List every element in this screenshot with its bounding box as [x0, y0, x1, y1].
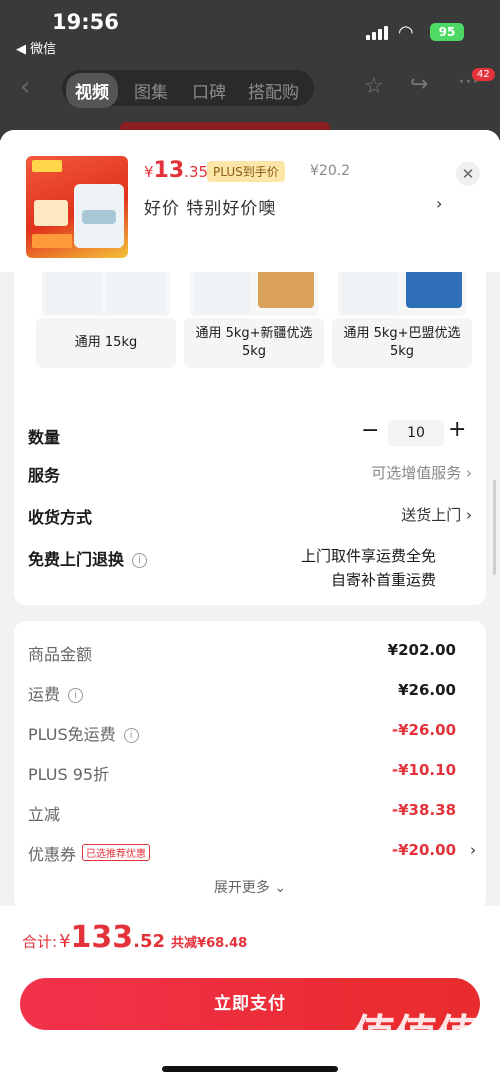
watermark-url: zhizhizhi.com	[354, 1054, 476, 1073]
chevron-right-icon[interactable]: ›	[470, 841, 476, 859]
notification-badge: 42	[472, 68, 495, 81]
cost-key: 商品金额	[28, 645, 93, 664]
cost-row-coupon[interactable]: 优惠券 已选推荐优惠 -¥20.00 ›	[28, 839, 476, 865]
close-icon[interactable]: ✕	[456, 162, 480, 186]
variant-label: 通用 15kg	[36, 318, 176, 368]
product-page-nav: ‹ 视频 图集 口碑 搭配购 ☆ ↪ ··· 42	[0, 66, 500, 110]
price-decimal: .35	[184, 163, 209, 181]
original-price: ¥20.2	[310, 163, 351, 179]
info-icon[interactable]: i	[132, 553, 148, 568]
service-label: 服务	[28, 466, 61, 485]
cost-row-subtotal: 商品金额 ¥202.00	[28, 639, 470, 665]
cost-key: PLUS 95折	[28, 765, 110, 784]
quantity-label: 数量	[28, 428, 61, 447]
cost-value: ¥26.00	[398, 681, 456, 699]
cellular-signal-icon	[366, 26, 388, 40]
image-promo-label	[32, 234, 72, 248]
cost-row-instant-discount: 立减 -¥38.38	[28, 799, 470, 825]
service-value: 可选增值服务 ›	[371, 464, 472, 482]
cost-value: -¥26.00	[391, 721, 456, 739]
service-row[interactable]: 服务 可选增值服务 ›	[28, 458, 472, 488]
cost-key: 优惠券 已选推荐优惠	[28, 841, 151, 865]
order-total: 合计: ¥ 133 .52 共减¥68.48	[22, 920, 247, 955]
return-label: 免费上门退换 i	[28, 546, 148, 570]
service-value-text: 可选增值服务	[371, 464, 462, 482]
total-integer: 133	[70, 920, 134, 955]
price-currency: ¥	[144, 163, 154, 181]
cost-key: 立减	[28, 805, 61, 824]
share-icon[interactable]: ↪	[410, 72, 428, 97]
status-bar: 19:56 ◀ 微信 ◠ 95	[0, 0, 500, 62]
variant-option-xinjiang[interactable]: 通用 5kg+新疆优选5kg	[184, 262, 324, 370]
chevron-right-icon[interactable]: ›	[436, 194, 442, 213]
product-thumbnail[interactable]	[26, 156, 128, 258]
cost-key-text: 优惠券	[28, 845, 77, 864]
image-date-label	[32, 160, 62, 172]
media-tabs: 视频 图集 口碑 搭配购	[62, 70, 314, 108]
cost-row-plus-discount: PLUS 95折 -¥10.10	[28, 759, 470, 785]
cost-key: 运费 i	[28, 681, 84, 705]
plus-icon[interactable]: +	[448, 417, 466, 442]
cost-value: -¥20.00	[391, 841, 456, 859]
back-to-app-link[interactable]: ◀ 微信	[16, 38, 56, 57]
variant-label: 通用 5kg+新疆优选5kg	[184, 318, 324, 368]
cost-key-text: PLUS免运费	[28, 725, 116, 744]
tab-bundles[interactable]: 搭配购	[248, 78, 299, 103]
cost-key-text: 运费	[28, 685, 61, 704]
cost-key: PLUS免运费 i	[28, 721, 139, 745]
variant-label: 通用 5kg+巴盟优选5kg	[332, 318, 472, 368]
delivery-value-text: 送货上门	[401, 506, 462, 524]
info-icon[interactable]: i	[68, 688, 84, 703]
return-policy-line: 上门取件享运费全免	[300, 547, 436, 565]
cost-row-shipping: 运费 i ¥26.00	[28, 679, 470, 705]
scrollbar[interactable]	[493, 480, 496, 575]
variant-option-bameng[interactable]: 通用 5kg+巴盟优选5kg	[332, 262, 472, 370]
variant-option-15kg[interactable]: 通用 15kg	[36, 262, 176, 370]
product-header: ¥ 13 .35 PLUS到手价 ¥20.2 ✕ 好价 特别好价噢 ›	[0, 130, 500, 272]
delivery-label: 收货方式	[28, 508, 93, 527]
return-label-text: 免费上门退换	[28, 550, 125, 569]
tab-gallery[interactable]: 图集	[134, 78, 168, 103]
purchase-sheet: ¥ 13 .35 PLUS到手价 ¥20.2 ✕ 好价 特别好价噢 › 通用 1…	[0, 130, 500, 1082]
variant-list[interactable]: 通用 15kg 通用 5kg+新疆优选5kg 通用 5kg+巴盟优选5kg	[36, 262, 496, 372]
back-chevron-icon[interactable]: ‹	[20, 72, 30, 102]
cost-row-plus-shipping: PLUS免运费 i -¥26.00	[28, 719, 470, 745]
clock: 19:56	[52, 10, 119, 34]
flour-bag-image	[74, 184, 124, 248]
product-description[interactable]: 好价 特别好价噢	[144, 194, 276, 219]
total-label: 合计:	[22, 933, 58, 951]
quantity-stepper: 数量 − 10 +	[28, 417, 472, 450]
checkout-footer: 合计: ¥ 133 .52 共减¥68.48 立即支付 值值值 zhizhizh…	[0, 906, 500, 1082]
return-row: 免费上门退换 i 上门取件享运费全免 自寄补首重运费	[28, 542, 472, 598]
price-integer: 13	[153, 158, 185, 183]
battery-icon: 95	[430, 23, 464, 41]
delivery-value: 送货上门 ›	[401, 506, 472, 524]
cost-value: ¥202.00	[387, 641, 456, 659]
cost-value: -¥38.38	[391, 801, 456, 819]
image-price-label	[34, 200, 68, 226]
expand-more-button[interactable]: 展开更多 ⌄	[14, 877, 486, 897]
home-indicator[interactable]	[162, 1066, 338, 1072]
total-saving: 共减¥68.48	[171, 936, 248, 951]
cost-breakdown-card: 商品金额 ¥202.00 运费 i ¥26.00 PLUS免运费 i -¥26.00…	[14, 621, 486, 911]
minus-icon[interactable]: −	[361, 418, 379, 443]
favorite-star-icon[interactable]: ☆	[364, 74, 384, 99]
total-currency: ¥	[59, 931, 71, 952]
tab-reviews[interactable]: 口碑	[192, 78, 226, 103]
tab-video[interactable]: 视频	[66, 73, 118, 108]
total-decimal: .52	[133, 931, 166, 952]
plus-price-badge: PLUS到手价	[207, 161, 285, 182]
quantity-input[interactable]: 10	[388, 420, 444, 446]
info-icon[interactable]: i	[123, 728, 139, 743]
return-policy-line: 自寄补首重运费	[330, 571, 436, 589]
wifi-icon: ◠	[398, 22, 414, 43]
coupon-badge: 已选推荐优惠	[82, 844, 151, 861]
return-policy: 上门取件享运费全免 自寄补首重运费	[301, 544, 436, 592]
delivery-row[interactable]: 收货方式 送货上门 ›	[28, 500, 472, 530]
current-price: ¥ 13 .35	[144, 158, 208, 183]
cost-value: -¥10.10	[391, 761, 456, 779]
